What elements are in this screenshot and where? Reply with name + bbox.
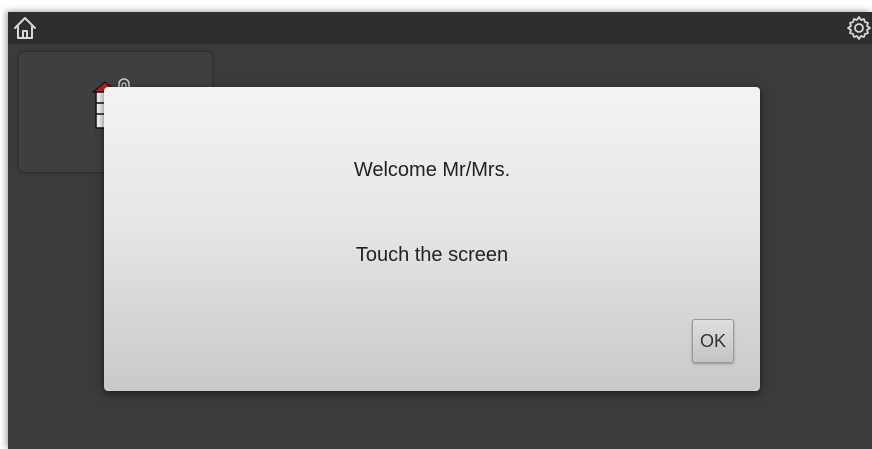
top-bar	[8, 12, 872, 44]
app-screen: Welcome Mr/Mrs. Touch the screen OK	[8, 12, 872, 449]
home-icon[interactable]	[11, 14, 39, 42]
dialog-title: Welcome Mr/Mrs.	[353, 159, 511, 181]
dialog-message: Touch the screen	[355, 244, 509, 266]
ok-button[interactable]: OK	[692, 319, 734, 363]
welcome-dialog: Welcome Mr/Mrs. Touch the screen OK	[104, 87, 760, 391]
gear-icon[interactable]	[846, 15, 872, 41]
